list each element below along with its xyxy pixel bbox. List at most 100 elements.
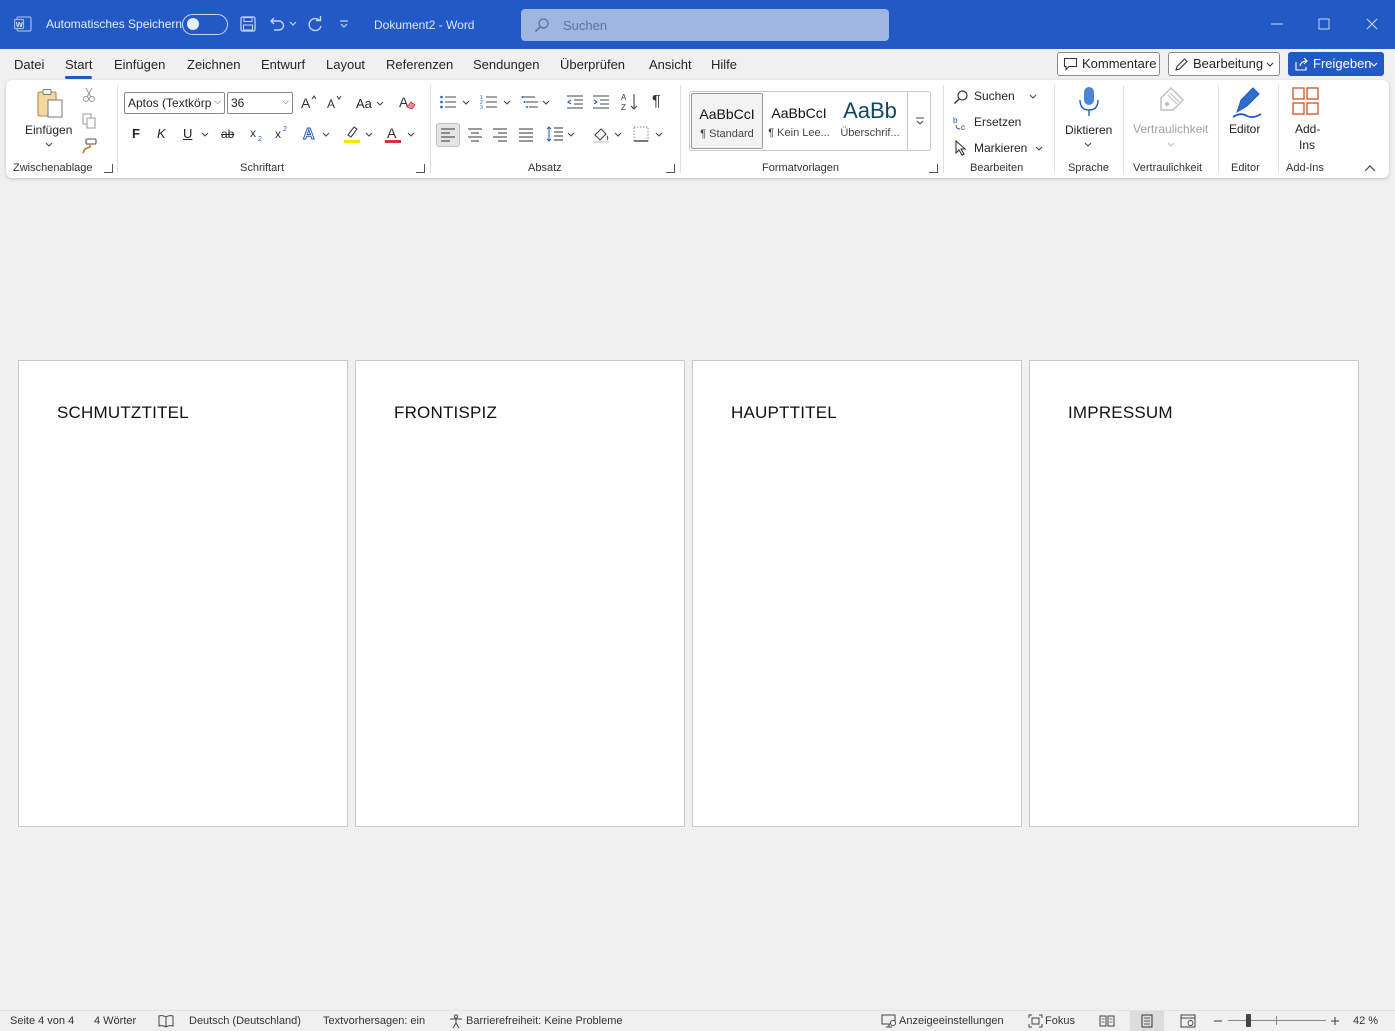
bold-button[interactable]: F [132,126,140,141]
change-case-button[interactable]: Aa [356,96,372,111]
justify-icon[interactable] [518,128,534,142]
font-dialog-launcher-icon[interactable] [416,164,425,173]
minimize-icon[interactable] [1267,14,1287,34]
tab-referenzen[interactable]: Referenzen [386,57,453,72]
chevron-down-icon[interactable] [614,132,622,138]
line-spacing-icon[interactable] [546,126,564,142]
grow-font-icon[interactable]: A [300,94,318,110]
style-standard[interactable]: AaBbCcI ¶ Standard [691,93,763,149]
share-button[interactable]: Freigeben [1288,52,1384,76]
zoom-in-icon[interactable] [1329,1015,1341,1027]
document-page[interactable]: HAUPTTITEL [692,360,1022,827]
read-mode-icon[interactable] [1099,1014,1115,1028]
strikethrough-button[interactable]: ab [221,127,234,141]
document-page[interactable]: FRONTISPIZ [355,360,685,827]
shading-icon[interactable] [592,125,610,143]
document-page[interactable]: SCHMUTZTITEL [18,360,348,827]
save-icon[interactable] [240,16,256,32]
select-button[interactable]: Markieren [953,139,1043,159]
highlight-icon[interactable] [343,124,361,144]
customize-toolbar-icon[interactable] [339,20,349,28]
find-button[interactable]: Suchen [953,87,1041,107]
close-icon[interactable] [1362,14,1382,34]
tab-layout[interactable]: Layout [326,57,365,72]
underline-button[interactable]: U [183,126,192,141]
sort-icon[interactable]: AZ [620,92,640,112]
tab-datei[interactable]: Datei [14,57,44,72]
chevron-down-icon[interactable] [462,100,470,106]
font-color-icon[interactable]: A [384,124,402,144]
addins-button[interactable]: Add- Ins [1285,86,1331,156]
tab-start[interactable]: Start [65,57,93,79]
display-settings-icon[interactable] [881,1014,897,1028]
chevron-down-icon[interactable] [376,101,384,107]
text-effects-icon[interactable]: A [302,124,320,143]
proofing-book-icon[interactable] [158,1014,174,1028]
web-layout-icon[interactable] [1180,1014,1196,1028]
chevron-down-icon[interactable] [542,100,550,106]
align-center-icon[interactable] [467,128,483,142]
zoom-slider-thumb[interactable] [1245,1014,1251,1027]
borders-icon[interactable] [633,126,649,142]
clipboard-dialog-launcher-icon[interactable] [104,164,113,173]
text-predictions-status[interactable]: Textvorhersagen: ein [323,1015,425,1027]
align-right-icon[interactable] [492,128,508,142]
tab-sendungen[interactable]: Sendungen [473,57,540,72]
zoom-out-icon[interactable] [1212,1015,1224,1027]
chevron-down-icon[interactable] [655,132,663,138]
bullets-icon[interactable] [439,94,457,110]
tab-entwurf[interactable]: Entwurf [261,57,305,72]
multilevel-list-icon[interactable] [521,94,539,110]
chevron-down-icon[interactable] [365,132,373,138]
styles-more-button[interactable] [907,91,931,151]
style-no-spacing[interactable]: AaBbCcI ¶ Kein Lee... [763,93,835,149]
accessibility-icon[interactable] [449,1014,463,1029]
tab-zeichnen[interactable]: Zeichnen [187,57,240,72]
comments-button[interactable]: Kommentare [1057,52,1160,76]
paragraph-dialog-launcher-icon[interactable] [666,164,675,173]
style-heading[interactable]: AaBb Überschrif... [834,93,906,149]
tab-ueberpruefen[interactable]: Überprüfen [560,57,625,72]
cut-icon[interactable] [82,87,96,103]
tab-hilfe[interactable]: Hilfe [711,57,737,72]
word-count[interactable]: 4 Wörter [94,1015,136,1027]
editor-button[interactable]: Editor [1225,86,1271,156]
chevron-down-icon[interactable] [322,132,330,138]
numbering-icon[interactable]: 123 [480,94,498,110]
styles-dialog-launcher-icon[interactable] [929,164,938,173]
maximize-icon[interactable] [1314,14,1334,34]
font-name-combo[interactable]: Aptos (Textkörp ⌵ [124,92,225,114]
tab-ansicht[interactable]: Ansicht [649,57,692,72]
undo-dropdown-icon[interactable] [289,21,297,27]
clear-formatting-icon[interactable]: A [398,93,416,111]
chevron-down-icon[interactable] [503,100,511,106]
page-count[interactable]: Seite 4 von 4 [10,1015,74,1027]
chevron-down-icon[interactable] [567,132,575,138]
font-size-combo[interactable]: 36 ⌵ [227,92,293,114]
tab-einfuegen[interactable]: Einfügen [114,57,165,72]
italic-button[interactable]: K [157,126,166,141]
zoom-slider-track[interactable] [1228,1020,1326,1021]
show-formatting-marks-icon[interactable]: ¶ [652,93,661,111]
increase-indent-icon[interactable] [592,94,610,110]
print-layout-button[interactable] [1130,1011,1164,1031]
chevron-down-icon[interactable] [407,132,415,138]
undo-icon[interactable] [268,16,286,32]
shrink-font-icon[interactable]: A [326,94,344,110]
redo-icon[interactable] [306,15,324,33]
editing-mode-button[interactable]: Bearbeitung [1168,52,1280,76]
zoom-level[interactable]: 42 % [1353,1015,1378,1027]
decrease-indent-icon[interactable] [566,94,584,110]
accessibility-status[interactable]: Barrierefreiheit: Keine Probleme [466,1015,623,1027]
autosave-toggle[interactable] [182,14,228,35]
search-input[interactable]: Suchen [521,9,889,41]
dictate-button[interactable]: Diktieren [1060,86,1116,156]
copy-icon[interactable] [82,113,96,129]
chevron-down-icon[interactable] [201,132,209,138]
replace-button[interactable]: bc Ersetzen [953,113,1041,133]
language-status[interactable]: Deutsch (Deutschland) [189,1015,301,1027]
collapse-ribbon-icon[interactable] [1364,164,1376,172]
align-left-button[interactable] [436,123,460,147]
focus-mode-icon[interactable] [1028,1014,1043,1028]
subscript-icon[interactable]: x2 [249,126,265,142]
